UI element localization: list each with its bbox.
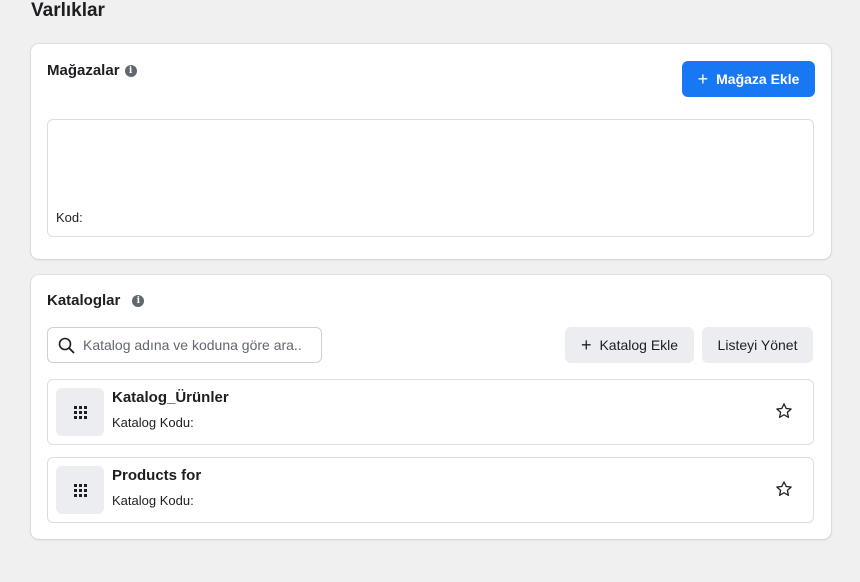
catalogs-card: Kataloglar i + Katalog Ekle Listeyi Yöne…	[31, 275, 831, 539]
catalog-search[interactable]	[47, 327, 322, 363]
add-store-label: Mağaza Ekle	[716, 71, 800, 87]
add-catalog-button[interactable]: + Katalog Ekle	[565, 327, 694, 363]
search-icon	[58, 337, 75, 353]
plus-icon: +	[697, 69, 709, 89]
stores-title: Mağazalar	[47, 62, 120, 79]
store-code-label: Kod:	[56, 210, 83, 225]
star-icon[interactable]	[773, 400, 795, 422]
catalog-thumbnail	[56, 388, 104, 436]
info-icon[interactable]: i	[132, 294, 145, 307]
catalog-name[interactable]: Katalog_Ürünler	[112, 389, 229, 406]
stores-card: Mağazalar i + Mağaza Ekle Kod:	[31, 44, 831, 259]
catalog-list-item[interactable]: Products for Katalog Kodu:	[47, 457, 814, 523]
manage-list-button[interactable]: Listeyi Yönet	[702, 327, 813, 363]
store-item[interactable]: Kod:	[47, 119, 814, 237]
grid-icon	[73, 483, 87, 497]
catalog-code-label: Katalog Kodu:	[112, 415, 194, 430]
catalog-thumbnail	[56, 466, 104, 514]
catalogs-title: Kataloglar	[47, 292, 121, 309]
catalog-code-label: Katalog Kodu:	[112, 493, 194, 508]
star-icon[interactable]	[773, 478, 795, 500]
stores-section-header: Mağazalar i	[47, 62, 137, 79]
info-icon[interactable]: i	[124, 64, 137, 77]
add-store-button[interactable]: + Mağaza Ekle	[682, 61, 815, 97]
catalog-search-input[interactable]	[83, 337, 303, 353]
grid-icon	[73, 405, 87, 419]
page-title: Varlıklar	[31, 0, 105, 21]
add-catalog-label: Katalog Ekle	[599, 337, 679, 353]
catalog-name[interactable]: Products for	[112, 467, 201, 484]
catalogs-section-header: Kataloglar i	[47, 292, 145, 309]
plus-icon: +	[580, 335, 592, 355]
catalog-list-item[interactable]: Katalog_Ürünler Katalog Kodu:	[47, 379, 814, 445]
